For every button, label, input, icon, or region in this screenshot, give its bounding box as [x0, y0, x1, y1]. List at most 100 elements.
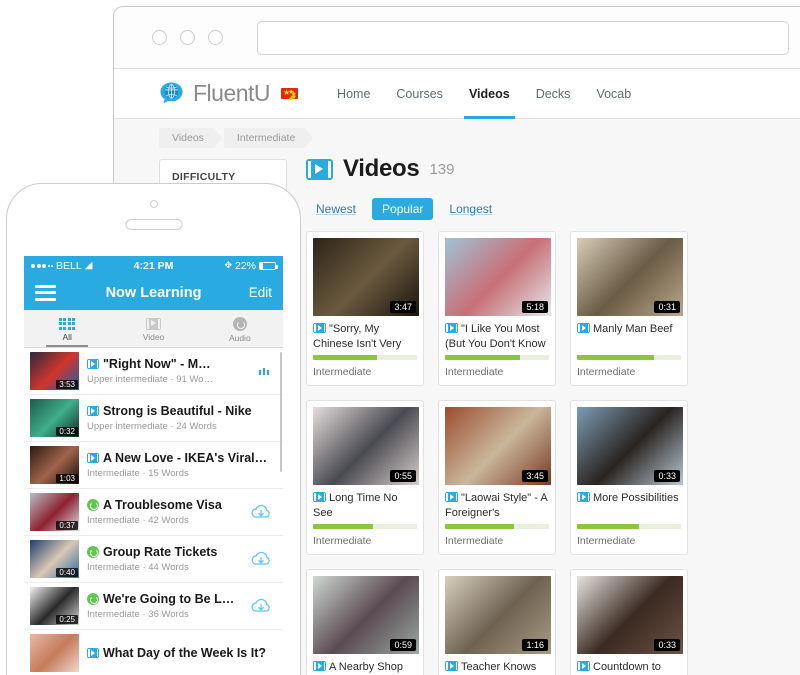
video-card[interactable]: 1:16Teacher Knows Best - Part 1Intermedi…	[438, 569, 556, 675]
list-item[interactable]: 0:40Group Rate TicketsIntermediate · 44 …	[24, 536, 283, 583]
list-item-meta: Upper intermediate · 91 Wo…	[87, 374, 251, 385]
list-item-thumbnail[interactable]: 0:37	[30, 493, 79, 531]
list-item-thumbnail[interactable]: 0:25	[30, 587, 79, 625]
speaker-grille	[125, 219, 182, 230]
video-thumbnail[interactable]: 0:55	[313, 407, 419, 485]
video-thumbnail[interactable]: 0:31	[577, 238, 683, 316]
video-thumbnail[interactable]: 3:45	[445, 407, 551, 485]
list-item-meta: Intermediate · 42 Words	[87, 515, 242, 526]
list-item[interactable]: 0:25 We're Going to Be L…Intermediate · 3…	[24, 583, 283, 630]
address-bar[interactable]	[257, 21, 789, 55]
close-icon[interactable]	[152, 30, 167, 45]
status-right: ✥ 22%	[224, 260, 276, 272]
video-card-title: Long Time No See	[313, 491, 417, 521]
screenshot-stage: FluentU ★ ★ ★ ★ ★ Home Courses Videos De…	[0, 0, 800, 675]
nav-item-home[interactable]: Home	[324, 69, 383, 119]
list-item-thumbnail[interactable]: 0:32	[30, 399, 79, 437]
list-item[interactable]: 0:32Strong is Beautiful - NikeUpper inte…	[24, 395, 283, 442]
nav-item-decks[interactable]: Decks	[523, 69, 584, 119]
list-item-title: What Day of the Week Is It?	[87, 646, 275, 660]
breadcrumb-intermediate[interactable]: Intermediate	[224, 128, 306, 148]
list-item[interactable]: 3:53 "Right Now" - M… Upper intermediate ·…	[24, 348, 283, 395]
video-title-text: "Sorry, My Chinese Isn't Very Good" -	[313, 323, 401, 352]
page-title: Videos	[343, 155, 419, 183]
video-card[interactable]: 5:18"I Like You Most (But You Don't Know…	[438, 231, 556, 386]
phone-screen: BELL ◢ 4:21 PM ✥ 22% Now Learning Edit	[24, 256, 283, 675]
video-thumbnail[interactable]: 5:18	[445, 238, 551, 316]
list-item-thumbnail[interactable]: 3:53	[30, 352, 79, 390]
video-count: 139	[429, 161, 454, 178]
list-item-text: We're Going to Be L…Intermediate · 36 Wo…	[87, 592, 242, 620]
video-type-icon	[445, 492, 458, 502]
list-item-thumbnail[interactable]: 0:40	[30, 540, 79, 578]
breadcrumb-videos[interactable]: Videos	[159, 128, 215, 148]
video-type-icon	[577, 661, 590, 671]
list-item-title: "Right Now" - M…	[87, 357, 251, 371]
video-thumbnail[interactable]: 0:33	[577, 407, 683, 485]
video-card[interactable]: 0:33More PossibilitiesIntermediate	[570, 400, 688, 555]
video-type-icon	[87, 359, 99, 369]
fluentu-logo[interactable]: FluentU	[159, 80, 270, 107]
video-card[interactable]: 0:33Countdown to CoffeeIntermediate	[570, 569, 688, 675]
video-thumbnail[interactable]: 0:33	[577, 576, 683, 654]
audio-type-icon	[87, 546, 99, 558]
window-controls[interactable]	[152, 30, 223, 45]
list-item-thumbnail[interactable]	[30, 634, 79, 672]
video-card[interactable]: 3:45 "Laowai Style" - A Foreigner's Gangn…	[438, 400, 556, 555]
nav-item-vocab[interactable]: Vocab	[583, 69, 644, 119]
video-type-icon	[87, 648, 99, 658]
video-title-text: "Laowai Style" - A Foreigner's Gangnam	[445, 492, 547, 521]
video-card[interactable]: 0:59A Nearby ShopIntermediate	[306, 569, 424, 675]
video-thumbnail[interactable]: 0:59	[313, 576, 419, 654]
list-item[interactable]: 1:03A New Love - IKEA's Viral…Intermedia…	[24, 442, 283, 489]
app-nav-title: Now Learning	[24, 285, 283, 301]
tab-longest[interactable]: Longest	[439, 198, 502, 220]
segment-audio[interactable]: Audio	[197, 310, 283, 347]
minimize-icon[interactable]	[180, 30, 195, 45]
phone-mockup: BELL ◢ 4:21 PM ✥ 22% Now Learning Edit	[6, 183, 301, 675]
cloud-download-icon[interactable]	[250, 597, 272, 615]
list-item-title: A New Love - IKEA's Viral…	[87, 451, 275, 465]
video-card[interactable]: 0:55Long Time No SeeIntermediate	[306, 400, 424, 555]
list-item[interactable]: 0:37 A Troublesome Visa Intermediate · 42 …	[24, 489, 283, 536]
segment-all[interactable]: All	[24, 310, 110, 347]
nav-item-videos[interactable]: Videos	[456, 69, 523, 119]
cloud-download-icon[interactable]	[250, 503, 272, 521]
list-item-title-text: Strong is Beautiful - Nike	[103, 404, 252, 418]
video-card-title: "Sorry, My Chinese Isn't Very Good" -	[313, 322, 417, 352]
browser-chrome	[114, 7, 800, 69]
video-level-label: Intermediate	[577, 529, 681, 554]
nav-item-courses[interactable]: Courses	[383, 69, 456, 119]
duration-badge: 0:37	[56, 521, 78, 530]
tab-popular[interactable]: Popular	[372, 198, 433, 220]
list-item-thumbnail[interactable]: 1:03	[30, 446, 79, 484]
list-item[interactable]: What Day of the Week Is It?	[24, 630, 283, 675]
list-item-title: Strong is Beautiful - Nike	[87, 404, 275, 418]
video-level-label: Intermediate	[577, 360, 681, 385]
video-card[interactable]: 3:47 "Sorry, My Chinese Isn't Very Good" …	[306, 231, 424, 386]
video-level-label: Intermediate	[313, 360, 417, 385]
audio-type-icon	[87, 499, 99, 511]
video-thumbnail[interactable]: 3:47	[313, 238, 419, 316]
duration-badge: 3:53	[56, 380, 78, 389]
maximize-icon[interactable]	[208, 30, 223, 45]
list-item-title: A Troublesome Visa	[87, 498, 242, 512]
cloud-download-icon[interactable]	[250, 550, 272, 568]
list-scrollbar[interactable]	[280, 352, 282, 472]
video-title-text: A Nearby Shop	[329, 661, 403, 673]
segment-video[interactable]: Video	[110, 310, 196, 347]
duration-badge: 1:03	[56, 474, 78, 483]
video-grid: 3:47 "Sorry, My Chinese Isn't Very Good" …	[306, 231, 800, 675]
video-thumbnail[interactable]: 1:16	[445, 576, 551, 654]
duration-badge: 5:18	[522, 301, 548, 313]
sort-tabs: Newest Popular Longest	[306, 198, 800, 220]
video-card[interactable]: 0:31 Manly Man Beef Intermediate	[570, 231, 688, 386]
edit-button[interactable]: Edit	[249, 285, 272, 300]
bluetooth-icon: ✥	[224, 260, 232, 271]
video-card-title: Manly Man Beef	[577, 322, 681, 352]
video-type-icon	[313, 323, 326, 333]
tab-newest[interactable]: Newest	[306, 198, 366, 220]
list-item-title-text: Group Rate Tickets	[103, 545, 217, 559]
chinese-flag-icon[interactable]: ★ ★ ★ ★ ★	[281, 88, 298, 99]
audio-icon	[233, 317, 247, 331]
